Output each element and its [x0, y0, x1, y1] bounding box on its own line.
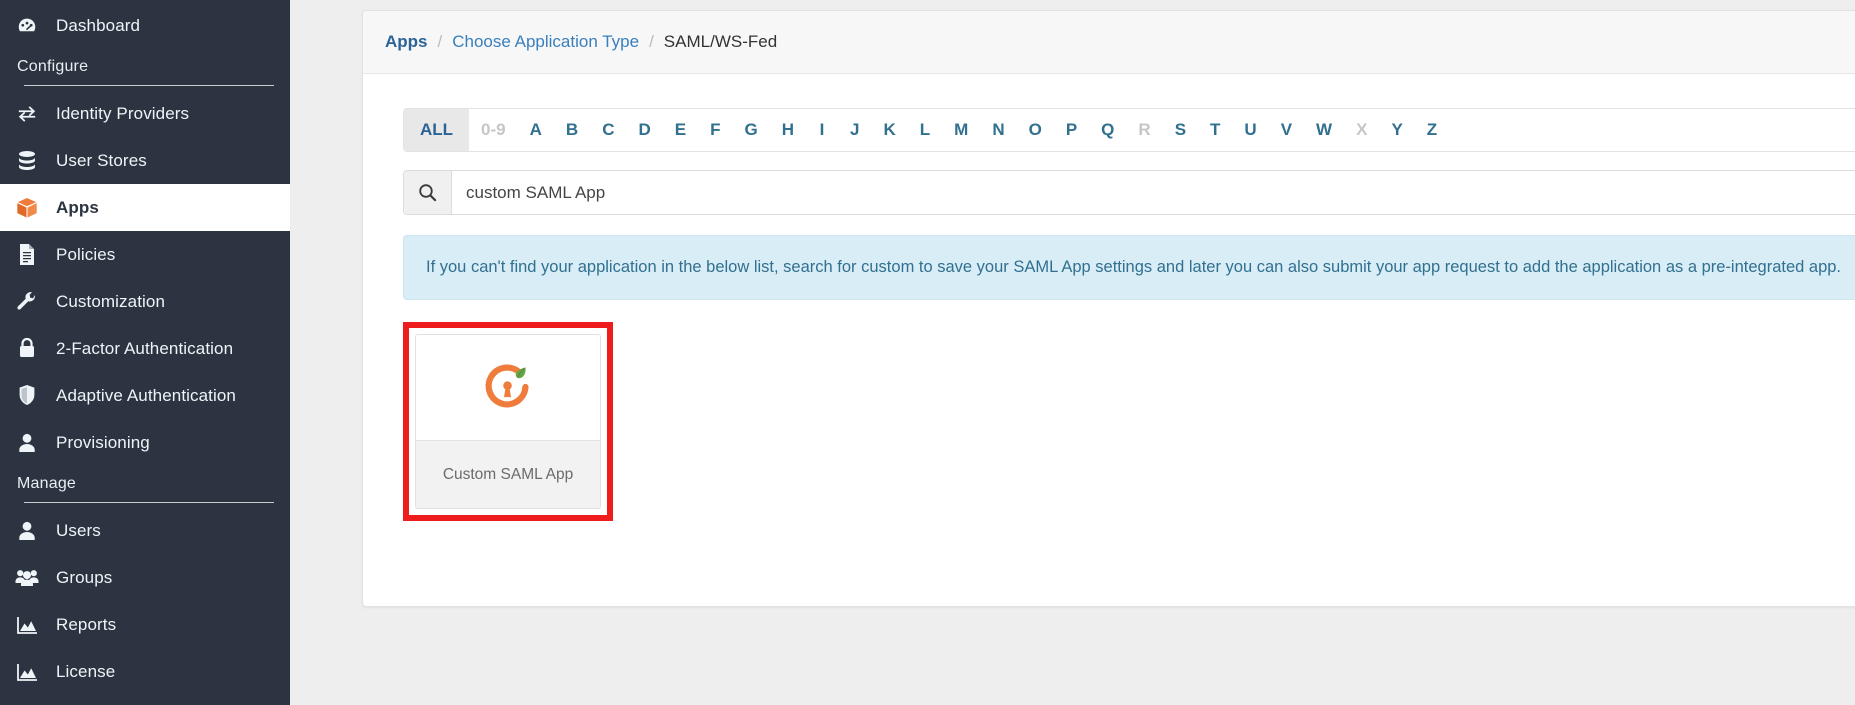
sidebar-item-label: 2-Factor Authentication: [56, 338, 234, 358]
sidebar-item-customization[interactable]: Customization: [0, 278, 290, 325]
app-card-label: Custom SAML App: [416, 440, 600, 509]
alphabet-filter-b[interactable]: B: [554, 109, 590, 151]
lock-icon: [12, 337, 42, 361]
sidebar-item-label: User Stores: [56, 150, 147, 170]
app-cards-row: Custom SAML App: [403, 322, 1855, 522]
alphabet-filter-c[interactable]: C: [590, 109, 626, 151]
alphabet-filter-n[interactable]: N: [980, 109, 1016, 151]
sidebar-item-adaptive-authentication[interactable]: Adaptive Authentication: [0, 372, 290, 419]
alphabet-filter-i[interactable]: I: [806, 109, 838, 151]
alphabet-filter-o[interactable]: O: [1017, 109, 1054, 151]
sidebar-item-label: Policies: [56, 244, 116, 264]
alphabet-filter-a[interactable]: A: [518, 109, 554, 151]
sidebar-item-dashboard[interactable]: Dashboard: [0, 2, 290, 49]
breadcrumb-choose-application-type[interactable]: Choose Application Type: [452, 32, 639, 52]
chart-area-icon: [12, 613, 42, 637]
breadcrumb-separator: /: [437, 32, 443, 51]
alphabet-filter-g[interactable]: G: [732, 109, 769, 151]
sidebar-item-2-factor-authentication[interactable]: 2-Factor Authentication: [0, 325, 290, 372]
sidebar: Dashboard Configure Identity Providers U…: [0, 0, 290, 705]
alphabet-filter-z[interactable]: Z: [1415, 109, 1449, 151]
sidebar-item-reports[interactable]: Reports: [0, 601, 290, 648]
breadcrumb: Apps / Choose Application Type / SAML/WS…: [385, 32, 777, 52]
wrench-icon: [12, 290, 42, 314]
sidebar-item-label: Groups: [56, 567, 113, 587]
sidebar-item-label: Reports: [56, 614, 117, 634]
alphabet-filter-w[interactable]: W: [1304, 109, 1344, 151]
panel-body: ALL 0-9 ABCDEFGHIJKLMNOPQRSTUVWXYZ If you …: [363, 74, 1855, 522]
alphabet-filter-d[interactable]: D: [626, 109, 662, 151]
chart-area-icon: [12, 660, 42, 684]
sidebar-item-label: Users: [56, 520, 101, 540]
sidebar-section-configure: Configure: [17, 58, 89, 75]
breadcrumb-separator: /: [649, 32, 654, 51]
alphabet-filter-q[interactable]: Q: [1089, 109, 1126, 151]
sidebar-item-user-stores[interactable]: User Stores: [0, 137, 290, 184]
users-group-icon: [12, 566, 42, 590]
box-icon: [12, 196, 42, 220]
breadcrumb-current: SAML/WS-Fed: [663, 32, 778, 51]
dashboard-gauge-icon: [12, 14, 42, 38]
sidebar-item-label: Customization: [56, 291, 166, 311]
alphabet-filter-f[interactable]: F: [698, 109, 732, 151]
alphabet-filter-h[interactable]: H: [770, 109, 806, 151]
document-icon: [12, 243, 42, 267]
alphabet-filter-k[interactable]: K: [871, 109, 907, 151]
alphabet-filter-l[interactable]: L: [908, 109, 942, 151]
alphabet-filter-m[interactable]: M: [942, 109, 980, 151]
sidebar-item-apps[interactable]: Apps: [0, 184, 290, 231]
alphabet-filter-e[interactable]: E: [663, 109, 698, 151]
sidebar-item-label: Provisioning: [56, 432, 150, 452]
sidebar-item-provisioning[interactable]: Provisioning: [0, 419, 290, 466]
sidebar-item-policies[interactable]: Policies: [0, 231, 290, 278]
app-card-custom-saml-app[interactable]: Custom SAML App: [415, 334, 601, 510]
alphabet-filter-x: X: [1356, 120, 1368, 139]
alphabet-filter-s[interactable]: S: [1163, 109, 1198, 151]
sidebar-divider-configure: [24, 85, 274, 86]
exchange-arrows-icon: [12, 102, 42, 126]
main-content: Apps / Choose Application Type / SAML/WS…: [290, 0, 1855, 705]
user-icon: [12, 431, 42, 455]
search-input[interactable]: [452, 171, 1855, 214]
sidebar-item-label: Adaptive Authentication: [56, 385, 236, 405]
sidebar-item-label: Identity Providers: [56, 103, 190, 123]
alphabet-filter-all[interactable]: ALL: [404, 109, 470, 151]
sidebar-item-license[interactable]: License: [0, 648, 290, 695]
sidebar-divider-manage: [24, 502, 274, 503]
sidebar-item-label: License: [56, 661, 116, 681]
sidebar-item-users[interactable]: Users: [0, 507, 290, 554]
alphabet-filter-p[interactable]: P: [1054, 109, 1089, 151]
search-icon: [404, 171, 452, 214]
content-panel: Apps / Choose Application Type / SAML/WS…: [362, 10, 1855, 607]
sidebar-item-groups[interactable]: Groups: [0, 554, 290, 601]
panel-header: Apps / Choose Application Type / SAML/WS…: [363, 11, 1855, 74]
alphabet-filter-u[interactable]: U: [1232, 109, 1268, 151]
custom-saml-app-logo: [416, 335, 600, 441]
breadcrumb-apps[interactable]: Apps: [385, 32, 428, 52]
shield-icon: [12, 384, 42, 408]
alphabet-filter-y[interactable]: Y: [1379, 109, 1414, 151]
sidebar-item-label: Apps: [56, 197, 99, 217]
alphabet-filter-0-9: 0-9: [481, 120, 506, 139]
sidebar-section-manage: Manage: [17, 475, 77, 492]
app-card-highlight-box: Custom SAML App: [403, 322, 613, 522]
database-icon: [12, 149, 42, 173]
info-alert: If you can't find your application in th…: [403, 235, 1855, 301]
alphabet-filter-r: R: [1138, 120, 1151, 139]
sidebar-item-identity-providers[interactable]: Identity Providers: [0, 90, 290, 137]
search-bar[interactable]: [403, 170, 1855, 215]
app-shell: Dashboard Configure Identity Providers U…: [0, 0, 1855, 705]
alphabet-filter[interactable]: ALL 0-9 A B C D E F G H I J K L M N O P Q R S T U V W X Y Z: [403, 108, 1855, 152]
sidebar-item-label: Dashboard: [56, 15, 141, 35]
alphabet-filter-j[interactable]: J: [838, 109, 871, 151]
alphabet-filter-v[interactable]: V: [1269, 109, 1304, 151]
alphabet-filter-t[interactable]: T: [1198, 109, 1232, 151]
user-icon: [12, 519, 42, 543]
